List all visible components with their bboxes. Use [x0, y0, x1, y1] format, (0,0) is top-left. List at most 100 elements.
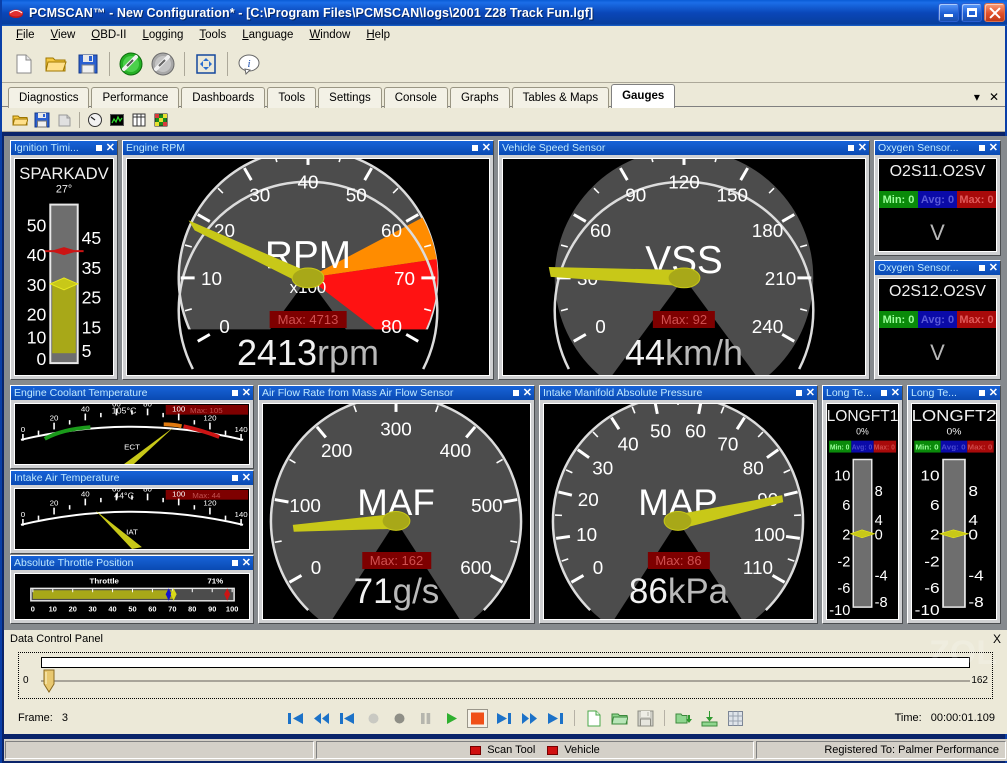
panel-close-icon[interactable]: ✕	[242, 558, 251, 568]
panel-close-icon[interactable]: ✕	[806, 388, 815, 398]
panel-intake-air-temperature[interactable]: Intake Air Temperature ✕ Max: 44 44°C 02…	[10, 470, 254, 554]
tab-diagnostics[interactable]: Diagnostics	[8, 87, 89, 108]
open-log-button[interactable]	[608, 707, 631, 729]
close-button[interactable]	[984, 3, 1005, 22]
new-icon[interactable]	[8, 48, 40, 80]
import-button[interactable]	[672, 707, 695, 729]
dial-tick-label: 60	[381, 220, 402, 241]
save-icon[interactable]	[72, 48, 104, 80]
panel-close-icon[interactable]: ✕	[523, 388, 532, 398]
step-forward-button[interactable]	[492, 707, 515, 729]
panel-manifold-absolute-pressure[interactable]: Intake Manifold Absolute Pressure ✕ MAP …	[539, 385, 818, 624]
save-gauge-icon[interactable]	[31, 110, 53, 130]
panel-engine-coolant-temperature[interactable]: Engine Coolant Temperature ✕ Max: 105 10…	[10, 385, 254, 469]
panel-close-icon[interactable]: ✕	[242, 388, 251, 398]
panel-restore-icon[interactable]	[232, 390, 238, 396]
gauge-toolbar	[2, 108, 1005, 132]
panel-restore-icon[interactable]	[513, 390, 519, 396]
menu-item-tools[interactable]: Tools	[191, 28, 234, 42]
svg-text:20: 20	[27, 304, 47, 324]
menu-item-language[interactable]: Language	[234, 28, 301, 42]
properties-button[interactable]	[724, 707, 747, 729]
tab-dashboards[interactable]: Dashboards	[181, 87, 265, 108]
step-back-button[interactable]	[336, 707, 359, 729]
panel-close-icon[interactable]: ✕	[989, 143, 998, 153]
panel-restore-icon[interactable]	[979, 390, 985, 396]
menu-item-logging[interactable]: Logging	[134, 28, 191, 42]
vss-readout-value: 44	[625, 332, 665, 373]
playback-slider-track[interactable]	[41, 680, 970, 682]
pause-button[interactable]	[414, 707, 437, 729]
panel-restore-icon[interactable]	[979, 265, 985, 271]
dial-tick-label: 50	[346, 185, 367, 206]
skip-to-start-button[interactable]	[284, 707, 307, 729]
panel-restore-icon[interactable]	[979, 145, 985, 151]
data-control-panel-close-icon[interactable]: X	[993, 632, 1001, 646]
maximize-button[interactable]	[961, 3, 982, 22]
panel-close-icon[interactable]: ✕	[242, 473, 251, 483]
panel-ignition-timing[interactable]: Ignition Timi... ✕ SPARKADV 27° 504030	[10, 140, 118, 380]
save-log-button[interactable]	[634, 707, 657, 729]
info-icon[interactable]: i	[233, 48, 265, 80]
panel-oxygen-sensor-11[interactable]: Oxygen Sensor... ✕ O2S11.O2SV Min: 0 Avg…	[874, 140, 1001, 256]
panel-restore-icon[interactable]	[472, 145, 478, 151]
panel-close-icon[interactable]: ✕	[482, 143, 491, 153]
menu-item-obd-ii[interactable]: OBD-II	[83, 28, 134, 42]
open-icon[interactable]	[40, 48, 72, 80]
panel-close-icon[interactable]: ✕	[891, 388, 900, 398]
add-table-gauge-icon[interactable]	[128, 110, 150, 130]
tab-dropdown-icon[interactable]: ▾	[974, 90, 980, 104]
menu-item-window[interactable]: Window	[301, 28, 358, 42]
tab-console[interactable]: Console	[384, 87, 448, 108]
panel-mass-air-flow[interactable]: Air Flow Rate from Mass Air Flow Sensor …	[258, 385, 535, 624]
menu-item-file[interactable]: File	[8, 28, 43, 42]
connect-icon[interactable]	[115, 48, 147, 80]
dial-tick-label: 70	[394, 268, 415, 289]
panel-close-icon[interactable]: ✕	[858, 143, 867, 153]
panel-close-icon[interactable]: ✕	[989, 263, 998, 273]
playback-slider-region: 0 162	[18, 652, 993, 699]
tab-close-icon[interactable]: ✕	[989, 90, 999, 104]
tab-tables-maps[interactable]: Tables & Maps	[512, 87, 609, 108]
panel-restore-icon[interactable]	[232, 560, 238, 566]
panel-absolute-throttle-position[interactable]: Absolute Throttle Position ✕ Throttle 71…	[10, 555, 254, 624]
panel-close-icon[interactable]: ✕	[989, 388, 998, 398]
open-gauge-icon[interactable]	[9, 110, 31, 130]
tab-settings[interactable]: Settings	[318, 87, 382, 108]
panel-vehicle-speed[interactable]: Vehicle Speed Sensor ✕ VSS 0306090120150…	[498, 140, 870, 380]
add-graph-gauge-icon[interactable]	[106, 110, 128, 130]
export-button[interactable]	[698, 707, 721, 729]
record-disabled-button[interactable]	[362, 707, 385, 729]
panel-close-icon[interactable]: ✕	[106, 143, 115, 153]
o2s11-max: Max: 0	[957, 191, 996, 208]
panel-long-term-fuel-trim-1[interactable]: Long Te... ✕ LONGFT1 0% Min: 0 Avg: 0 Ma…	[822, 385, 903, 624]
disconnect-icon[interactable]	[147, 48, 179, 80]
rewind-button[interactable]	[310, 707, 333, 729]
panel-restore-icon[interactable]	[96, 145, 102, 151]
add-grid-gauge-icon[interactable]	[150, 110, 172, 130]
panel-oxygen-sensor-12[interactable]: Oxygen Sensor... ✕ O2S12.O2SV Min: 0 Avg…	[874, 260, 1001, 380]
panel-restore-icon[interactable]	[881, 390, 887, 396]
skip-to-end-button[interactable]	[544, 707, 567, 729]
tab-tools[interactable]: Tools	[267, 87, 316, 108]
record-button[interactable]	[388, 707, 411, 729]
menu-item-view[interactable]: View	[43, 28, 84, 42]
minimize-button[interactable]	[938, 3, 959, 22]
print-gauge-icon[interactable]	[53, 110, 75, 130]
panel-restore-icon[interactable]	[232, 475, 238, 481]
add-dial-gauge-icon[interactable]	[84, 110, 106, 130]
fast-forward-button[interactable]	[518, 707, 541, 729]
play-button[interactable]	[440, 707, 463, 729]
layout-icon[interactable]	[190, 48, 222, 80]
tab-gauges[interactable]: Gauges	[611, 84, 675, 108]
tab-graphs[interactable]: Graphs	[450, 87, 510, 108]
playback-slider-thumb[interactable]	[43, 669, 55, 693]
panel-restore-icon[interactable]	[848, 145, 854, 151]
tab-performance[interactable]: Performance	[91, 87, 179, 108]
panel-engine-rpm[interactable]: Engine RPM ✕	[122, 140, 494, 380]
menu-item-help[interactable]: Help	[358, 28, 398, 42]
stop-button[interactable]	[466, 707, 489, 729]
new-log-button[interactable]	[582, 707, 605, 729]
panel-long-term-fuel-trim-2[interactable]: Long Te... ✕ LONGFT2 0% Min: 0 Avg: 0 Ma…	[907, 385, 1001, 624]
panel-restore-icon[interactable]	[796, 390, 802, 396]
